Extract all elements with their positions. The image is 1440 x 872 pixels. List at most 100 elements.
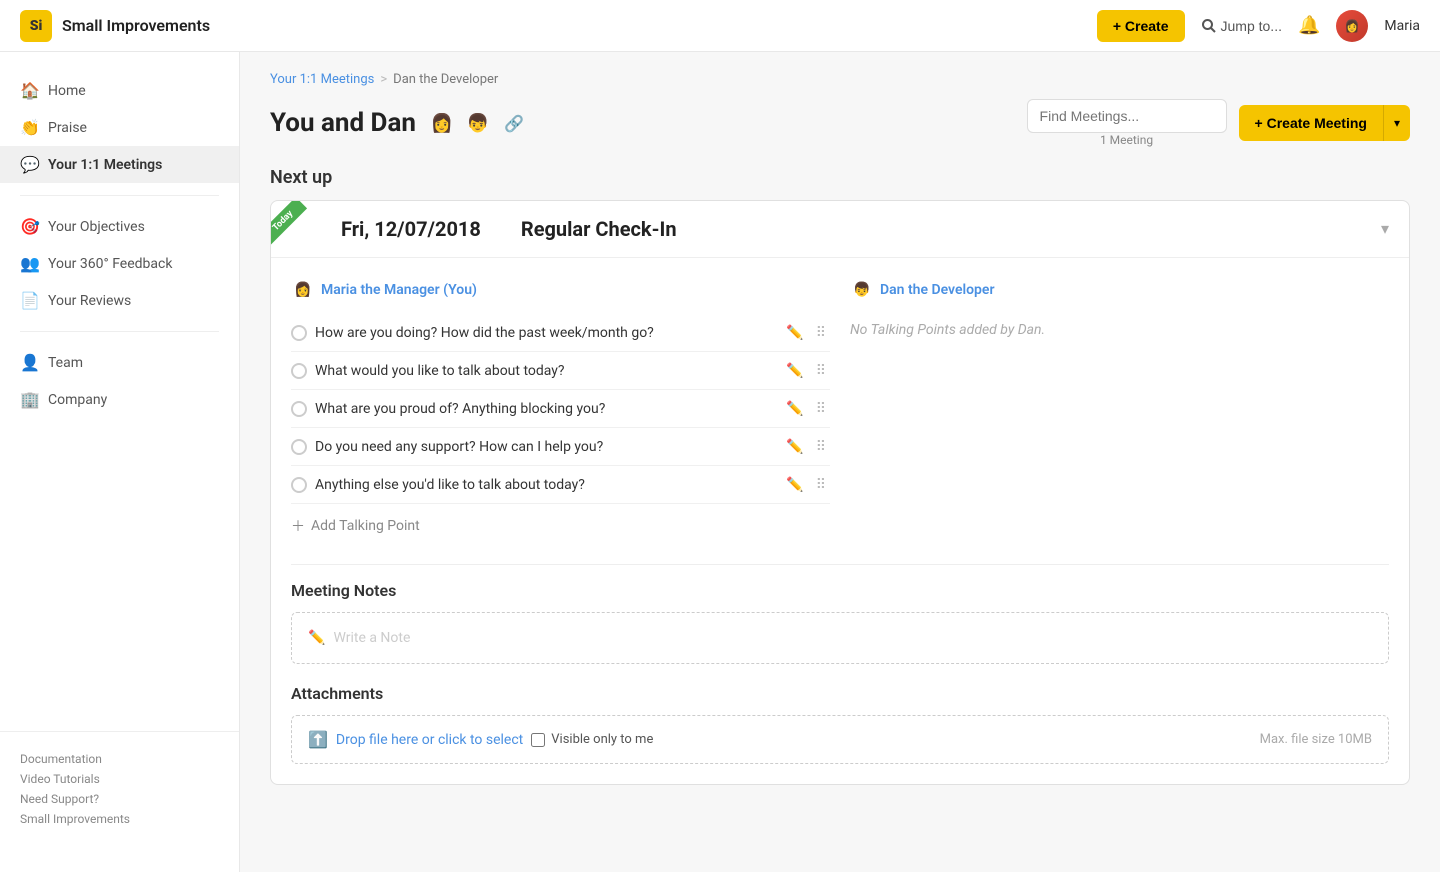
- visible-only-checkbox[interactable]: [531, 733, 545, 747]
- talking-point: What would you like to talk about today?…: [291, 352, 830, 390]
- visible-only-label[interactable]: Visible only to me: [531, 732, 653, 747]
- tp-actions: ✏️ ⠿: [782, 360, 830, 381]
- tp-actions: ✏️ ⠿: [782, 474, 830, 495]
- share-link-icon[interactable]: 🔗: [504, 114, 524, 133]
- avatar-group: 👩 👦: [426, 107, 494, 139]
- tp-checkbox-5[interactable]: [291, 477, 307, 493]
- talking-point: What are you proud of? Anything blocking…: [291, 390, 830, 428]
- nav-logo-area: Si Small Improvements: [20, 10, 210, 42]
- sidebar-item-label: Team: [48, 355, 83, 371]
- sidebar-item-home[interactable]: 🏠 Home: [0, 72, 239, 109]
- sidebar: 🏠 Home 👏 Praise 💬 Your 1:1 Meetings 🎯 Yo…: [0, 52, 240, 872]
- create-meeting-button[interactable]: + Create Meeting: [1239, 105, 1384, 141]
- tp-drag-button[interactable]: ⠿: [812, 322, 830, 343]
- tp-drag-button[interactable]: ⠿: [812, 398, 830, 419]
- home-icon: 🏠: [20, 81, 38, 100]
- user-avatar: 👩: [1336, 10, 1368, 42]
- talking-point: Anything else you'd like to talk about t…: [291, 466, 830, 504]
- sidebar-item-reviews[interactable]: 📄 Your Reviews: [0, 282, 239, 319]
- meeting-body: 👩 Maria the Manager (You) How are you do…: [271, 258, 1409, 784]
- talking-point: Do you need any support? How can I help …: [291, 428, 830, 466]
- company-icon: 🏢: [20, 390, 38, 409]
- sidebar-item-company[interactable]: 🏢 Company: [0, 381, 239, 418]
- add-icon: ＋: [291, 516, 305, 536]
- manager-name[interactable]: Maria the Manager (You): [321, 282, 477, 298]
- notifications-button[interactable]: 🔔: [1298, 15, 1320, 36]
- sidebar-item-praise[interactable]: 👏 Praise: [0, 109, 239, 146]
- meeting-type: Regular Check-In: [521, 217, 677, 241]
- today-ribbon-text: Today: [270, 200, 307, 245]
- top-nav: Si Small Improvements + Create Jump to..…: [0, 0, 1440, 52]
- section-next-up: Next up: [270, 167, 1410, 188]
- user-initials: 👩: [1345, 19, 1360, 33]
- footer-link-docs[interactable]: Documentation: [20, 752, 219, 766]
- tp-drag-button[interactable]: ⠿: [812, 436, 830, 457]
- main-content: Your 1:1 Meetings > Dan the Developer Yo…: [240, 52, 1440, 872]
- sidebar-item-objectives[interactable]: 🎯 Your Objectives: [0, 208, 239, 245]
- tp-checkbox-1[interactable]: [291, 325, 307, 341]
- sidebar-divider-2: [20, 331, 219, 332]
- tp-checkbox-3[interactable]: [291, 401, 307, 417]
- sidebar-footer: Documentation Video Tutorials Need Suppo…: [0, 731, 239, 852]
- tp-drag-button[interactable]: ⠿: [812, 360, 830, 381]
- developer-column-header: 👦 Dan the Developer: [850, 278, 1389, 302]
- meeting-date: Fri, 12/07/2018: [341, 217, 481, 241]
- meeting-card: Today Fri, 12/07/2018 Regular Check-In ▾…: [270, 200, 1410, 785]
- developer-avatar-sm: 👦: [850, 278, 874, 302]
- logo-box: Si: [20, 10, 52, 42]
- sidebar-item-label: Your Objectives: [48, 219, 145, 235]
- sidebar-item-feedback[interactable]: 👥 Your 360° Feedback: [0, 245, 239, 282]
- footer-link-tutorials[interactable]: Video Tutorials: [20, 772, 219, 786]
- global-create-button[interactable]: + Create: [1097, 10, 1185, 42]
- breadcrumb-current: Dan the Developer: [393, 72, 498, 87]
- developer-name[interactable]: Dan the Developer: [880, 282, 995, 298]
- app-name: Small Improvements: [62, 16, 210, 35]
- talking-points-grid: 👩 Maria the Manager (You) How are you do…: [291, 278, 1389, 544]
- breadcrumb-link[interactable]: Your 1:1 Meetings: [270, 72, 374, 87]
- tp-checkbox-4[interactable]: [291, 439, 307, 455]
- breadcrumb-separator: >: [380, 72, 387, 87]
- breadcrumb: Your 1:1 Meetings > Dan the Developer: [270, 72, 1410, 87]
- tp-edit-button[interactable]: ✏️: [782, 360, 807, 381]
- no-talking-points: No Talking Points added by Dan.: [850, 314, 1389, 346]
- attachments-label: Attachments: [291, 684, 1389, 703]
- sidebar-item-team[interactable]: 👤 Team: [0, 344, 239, 381]
- tp-drag-button[interactable]: ⠿: [812, 474, 830, 495]
- tp-edit-button[interactable]: ✏️: [782, 474, 807, 495]
- add-talking-point-label: Add Talking Point: [311, 518, 420, 534]
- logo-text: Si: [30, 18, 43, 34]
- upload-icon: ⬆️: [308, 730, 328, 749]
- user-name: Maria: [1384, 18, 1420, 34]
- talking-point: How are you doing? How did the past week…: [291, 314, 830, 352]
- add-talking-point-button[interactable]: ＋ Add Talking Point: [291, 508, 830, 544]
- tp-actions: ✏️ ⠿: [782, 322, 830, 343]
- meeting-notes-divider: [291, 564, 1389, 565]
- page-header: You and Dan 👩 👦 🔗 1 Meeting + Create Mee…: [270, 99, 1410, 147]
- create-meeting-btn-group: + Create Meeting ▾: [1239, 105, 1410, 141]
- tp-edit-button[interactable]: ✏️: [782, 436, 807, 457]
- visible-only-text: Visible only to me: [551, 732, 653, 747]
- tp-text: Anything else you'd like to talk about t…: [315, 477, 774, 493]
- attachment-area[interactable]: ⬆️ Drop file here or click to select Vis…: [291, 715, 1389, 764]
- footer-link-support[interactable]: Need Support?: [20, 792, 219, 806]
- create-meeting-dropdown-button[interactable]: ▾: [1384, 105, 1410, 141]
- find-meetings-input[interactable]: [1027, 99, 1227, 133]
- meeting-card-header: Today Fri, 12/07/2018 Regular Check-In ▾: [271, 201, 1409, 258]
- sidebar-item-label: Your 1:1 Meetings: [48, 157, 162, 173]
- manager-column: 👩 Maria the Manager (You) How are you do…: [291, 278, 830, 544]
- jump-to-label: Jump to...: [1221, 18, 1282, 34]
- tp-checkbox-2[interactable]: [291, 363, 307, 379]
- sidebar-item-label: Praise: [48, 120, 87, 136]
- note-input-area[interactable]: ✏️ Write a Note: [291, 612, 1389, 664]
- tp-edit-button[interactable]: ✏️: [782, 322, 807, 343]
- tp-edit-button[interactable]: ✏️: [782, 398, 807, 419]
- manager-avatar-sm: 👩: [291, 278, 315, 302]
- meetings-icon: 💬: [20, 155, 38, 174]
- developer-column: 👦 Dan the Developer No Talking Points ad…: [850, 278, 1389, 544]
- sidebar-item-label: Your Reviews: [48, 293, 131, 309]
- jump-to-button[interactable]: Jump to...: [1201, 18, 1282, 34]
- meeting-notes-label: Meeting Notes: [291, 581, 1389, 600]
- footer-link-brand[interactable]: Small Improvements: [20, 812, 219, 826]
- collapse-button[interactable]: ▾: [1381, 219, 1389, 239]
- sidebar-item-meetings[interactable]: 💬 Your 1:1 Meetings: [0, 146, 239, 183]
